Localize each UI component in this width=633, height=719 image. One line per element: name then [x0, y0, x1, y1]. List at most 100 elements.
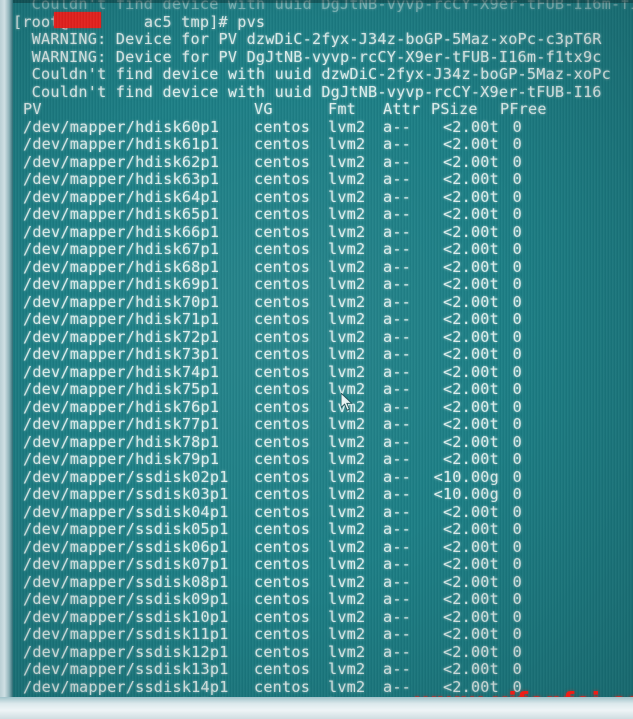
cell-psize: <2.00t — [442, 607, 499, 626]
cell-vg: centos — [254, 555, 311, 573]
cell-attr: a-- — [383, 502, 412, 521]
cell-vg: centos — [254, 187, 311, 206]
cell-attr: a-- — [383, 660, 412, 678]
monitor-bezel-top — [0, 0, 633, 3]
cell-attr: a-- — [383, 257, 412, 276]
cell-vg: centos — [254, 502, 311, 521]
cell-attr: a-- — [383, 152, 412, 171]
cell-pv: /dev/mapper/hdisk75p1 — [23, 380, 220, 398]
cell-attr: a-- — [383, 450, 412, 468]
lvm-message-text: Couldn't find device with uuid dzwDiC-2f… — [13, 65, 611, 83]
cell-vg: centos — [254, 397, 311, 416]
cell-pfree: 0 — [512, 222, 522, 241]
cell-psize: <2.00t — [442, 117, 499, 136]
cell-attr: a-- — [383, 520, 412, 538]
cell-pv: /dev/mapper/hdisk64p1 — [23, 187, 220, 206]
cell-fmt: lvm2 — [328, 450, 366, 468]
cell-psize: <2.00t — [442, 572, 499, 591]
cell-vg: centos — [254, 485, 311, 503]
cell-vg: centos — [254, 520, 311, 538]
lvm-message-line: WARNING: Device for PV DgJtNB-vyvp-rcCY-… — [13, 48, 602, 67]
cell-psize: <10.00g — [433, 467, 499, 486]
cell-psize: <2.00t — [442, 537, 499, 556]
cell-fmt: lvm2 — [328, 187, 366, 206]
cell-pv: /dev/mapper/hdisk69p1 — [23, 275, 220, 293]
cell-pv: /dev/mapper/hdisk78p1 — [23, 432, 220, 451]
cell-vg: centos — [254, 625, 311, 643]
cell-attr: a-- — [383, 572, 412, 591]
cell-pv: /dev/mapper/hdisk73p1 — [23, 345, 220, 363]
cell-vg: centos — [254, 537, 311, 556]
cell-psize: <2.00t — [442, 625, 499, 643]
cell-pfree: 0 — [512, 415, 522, 433]
cell-psize: <2.00t — [442, 432, 499, 451]
cell-pfree: 0 — [512, 187, 522, 206]
cell-pv: /dev/mapper/ssdisk14p1 — [23, 677, 229, 696]
cell-vg: centos — [254, 590, 311, 608]
cell-pfree: 0 — [512, 485, 522, 503]
cell-vg: centos — [254, 345, 311, 363]
terminal-screenshot: Couldn't find device with uuid DgJtNB-vy… — [0, 0, 633, 719]
cell-attr: a-- — [383, 345, 412, 363]
cell-pfree: 0 — [512, 555, 522, 573]
cell-psize: <2.00t — [442, 642, 499, 661]
cell-pv: /dev/mapper/ssdisk09p1 — [23, 590, 229, 608]
cell-vg: centos — [254, 310, 311, 328]
cell-attr: a-- — [383, 310, 412, 328]
cell-psize: <2.00t — [442, 257, 499, 276]
cell-psize: <2.00t — [442, 380, 499, 398]
terminal-console[interactable]: Couldn't find device with uuid DgJtNB-vy… — [13, 0, 633, 702]
cell-pv: /dev/mapper/hdisk66p1 — [23, 222, 220, 241]
cell-fmt: lvm2 — [328, 170, 366, 188]
monitor-bezel-bottom — [0, 697, 633, 719]
cell-pv: /dev/mapper/ssdisk06p1 — [23, 537, 229, 556]
cell-attr: a-- — [383, 187, 412, 206]
cell-pv: /dev/mapper/hdisk68p1 — [23, 257, 220, 276]
cell-fmt: lvm2 — [328, 362, 366, 381]
cell-vg: centos — [254, 362, 311, 381]
cell-fmt: lvm2 — [328, 152, 366, 171]
cell-attr: a-- — [383, 537, 412, 556]
cell-pv: /dev/mapper/hdisk70p1 — [23, 292, 220, 311]
cell-vg: centos — [254, 222, 311, 241]
cell-vg: centos — [254, 450, 311, 468]
cell-fmt: lvm2 — [328, 257, 366, 276]
cell-pfree: 0 — [512, 590, 522, 608]
cell-pv: /dev/mapper/hdisk72p1 — [23, 327, 220, 346]
cell-psize: <2.00t — [442, 555, 499, 573]
cell-pfree: 0 — [512, 660, 522, 678]
cell-vg: centos — [254, 415, 311, 433]
cell-pfree: 0 — [512, 117, 522, 136]
cell-fmt: lvm2 — [328, 572, 366, 591]
cell-fmt: lvm2 — [328, 467, 366, 486]
cell-vg: centos — [254, 275, 311, 293]
cell-attr: a-- — [383, 327, 412, 346]
cell-attr: a-- — [383, 362, 412, 381]
cell-fmt: lvm2 — [328, 660, 366, 678]
cell-psize: <2.00t — [442, 590, 499, 608]
cell-pv: /dev/mapper/hdisk65p1 — [23, 205, 220, 223]
cell-pv: /dev/mapper/hdisk67p1 — [23, 240, 220, 258]
cell-attr: a-- — [383, 642, 412, 661]
cell-pfree: 0 — [512, 450, 522, 468]
cell-psize: <2.00t — [442, 187, 499, 206]
cell-pfree: 0 — [512, 152, 522, 171]
cell-attr: a-- — [383, 380, 412, 398]
cell-attr: a-- — [383, 292, 412, 311]
cell-attr: a-- — [383, 432, 412, 451]
cell-fmt: lvm2 — [328, 485, 366, 503]
cell-psize: <2.00t — [442, 660, 499, 678]
cell-attr: a-- — [383, 467, 412, 486]
cell-psize: <2.00t — [442, 415, 499, 433]
cell-fmt: lvm2 — [328, 415, 366, 433]
cell-pv: /dev/mapper/ssdisk13p1 — [23, 660, 229, 678]
cell-attr: a-- — [383, 117, 412, 136]
cell-vg: centos — [254, 572, 311, 591]
cell-pv: /dev/mapper/hdisk62p1 — [23, 152, 220, 171]
cell-pv: /dev/mapper/ssdisk04p1 — [23, 502, 229, 521]
cell-fmt: lvm2 — [328, 590, 366, 608]
cell-fmt: lvm2 — [328, 292, 366, 311]
cell-pfree: 0 — [512, 170, 522, 188]
cell-pv: /dev/mapper/hdisk79p1 — [23, 450, 220, 468]
cell-fmt: lvm2 — [328, 345, 366, 363]
